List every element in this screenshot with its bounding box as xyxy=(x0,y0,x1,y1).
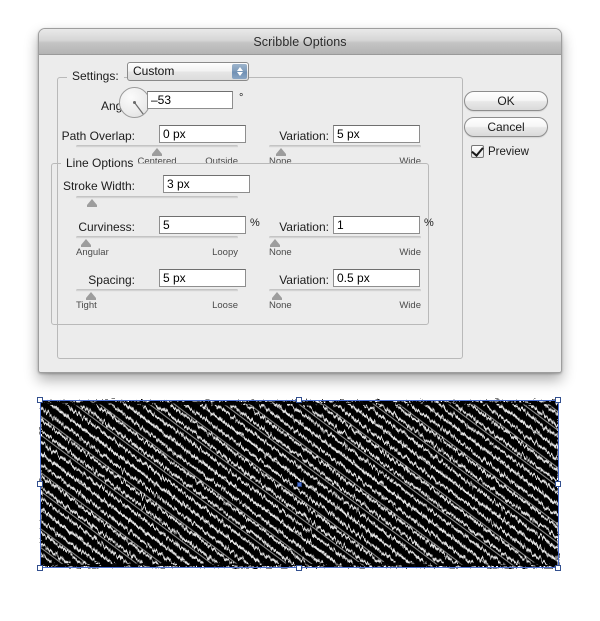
curviness-tick-right: Loopy xyxy=(212,247,238,258)
curviness-variation-percent-unit: % xyxy=(424,217,434,229)
line-options-label: Line Options xyxy=(61,156,139,170)
slider-track xyxy=(269,289,421,292)
slider-track xyxy=(269,236,421,239)
path-overlap-variation-label: Variation: xyxy=(279,129,329,143)
dialog-title: Scribble Options xyxy=(253,34,347,49)
curviness-variation-tick-left: None xyxy=(269,247,292,258)
check-icon xyxy=(471,144,484,157)
slider-thumb[interactable] xyxy=(152,148,162,156)
preview-checkbox-row[interactable]: Preview xyxy=(471,144,529,158)
spacing-tick-left: Tight xyxy=(76,300,97,311)
curviness-label: Curviness: xyxy=(78,220,135,234)
ok-button[interactable]: OK xyxy=(464,91,548,111)
slider-track xyxy=(76,289,238,292)
curviness-tick-left: Angular xyxy=(76,247,109,258)
curviness-percent-unit: % xyxy=(250,217,260,229)
selection-handle-bottom-center[interactable] xyxy=(296,565,302,571)
path-overlap-label: Path Overlap: xyxy=(61,129,135,143)
spacing-input[interactable]: 5 px xyxy=(159,269,246,287)
cancel-button[interactable]: Cancel xyxy=(464,117,548,137)
slider-thumb[interactable] xyxy=(271,292,282,300)
slider-track xyxy=(76,236,238,239)
selection-handle-middle-right[interactable] xyxy=(555,481,561,487)
slider-track xyxy=(269,145,421,148)
curviness-slider[interactable]: Angular Loopy xyxy=(76,236,238,258)
curviness-variation-slider[interactable]: None Wide xyxy=(269,236,421,258)
curviness-variation-input[interactable]: 1 xyxy=(333,216,420,234)
slider-thumb[interactable] xyxy=(270,239,281,247)
spacing-variation-label: Variation: xyxy=(279,273,329,287)
curviness-variation-tick-right: Wide xyxy=(399,247,421,258)
slider-thumb[interactable] xyxy=(87,199,98,207)
preview-checkbox[interactable] xyxy=(471,144,484,158)
path-overlap-input[interactable]: 0 px xyxy=(159,125,246,143)
selection-handle-top-center[interactable] xyxy=(296,397,302,403)
spacing-variation-tick-left: None xyxy=(269,300,292,311)
stroke-width-slider[interactable] xyxy=(76,196,238,210)
spacing-tick-right: Loose xyxy=(212,300,238,311)
angle-input[interactable]: –53 xyxy=(147,91,233,109)
chevron-updown-icon[interactable] xyxy=(232,64,247,79)
preview-label: Preview xyxy=(488,145,529,158)
curviness-variation-label: Variation: xyxy=(279,220,329,234)
spacing-variation-slider[interactable]: None Wide xyxy=(269,289,421,311)
selection-handle-bottom-right[interactable] xyxy=(555,565,561,571)
slider-thumb[interactable] xyxy=(80,239,91,247)
path-overlap-variation-input[interactable]: 5 px xyxy=(333,125,420,143)
slider-thumb[interactable] xyxy=(85,292,96,300)
selection-handle-middle-left[interactable] xyxy=(37,481,43,487)
selection-handle-top-left[interactable] xyxy=(37,397,43,403)
selection-handle-top-right[interactable] xyxy=(555,397,561,403)
settings-dropdown[interactable]: Custom xyxy=(127,62,249,81)
selection-handle-bottom-left[interactable] xyxy=(37,565,43,571)
settings-label: Settings: xyxy=(67,69,124,83)
settings-dropdown-value: Custom xyxy=(133,64,175,78)
angle-dial-center-dot xyxy=(133,101,136,104)
spacing-label: Spacing: xyxy=(88,273,135,287)
slider-thumb[interactable] xyxy=(276,148,287,156)
stroke-width-label: Stroke Width: xyxy=(62,179,135,193)
dialog-titlebar[interactable]: Scribble Options xyxy=(39,29,561,55)
slider-track xyxy=(76,196,238,199)
curviness-input[interactable]: 5 xyxy=(159,216,246,234)
dialog-body: Settings: Custom Angle: –53 ° Path Overl… xyxy=(39,55,561,372)
stroke-width-input[interactable]: 3 px xyxy=(163,175,250,193)
angle-dial[interactable] xyxy=(119,87,150,118)
selection-center-anchor[interactable] xyxy=(297,482,302,487)
angle-degree-unit: ° xyxy=(239,92,244,104)
scribble-artwork[interactable] xyxy=(37,396,561,572)
spacing-variation-input[interactable]: 0.5 px xyxy=(333,269,420,287)
spacing-slider[interactable]: Tight Loose xyxy=(76,289,238,311)
spacing-variation-tick-right: Wide xyxy=(399,300,421,311)
scribble-options-dialog: Scribble Options Settings: Custom Angle: xyxy=(38,28,562,373)
screen: Scribble Options Settings: Custom Angle: xyxy=(0,0,600,621)
path-overlap-variation-slider[interactable]: None Wide xyxy=(269,145,421,167)
